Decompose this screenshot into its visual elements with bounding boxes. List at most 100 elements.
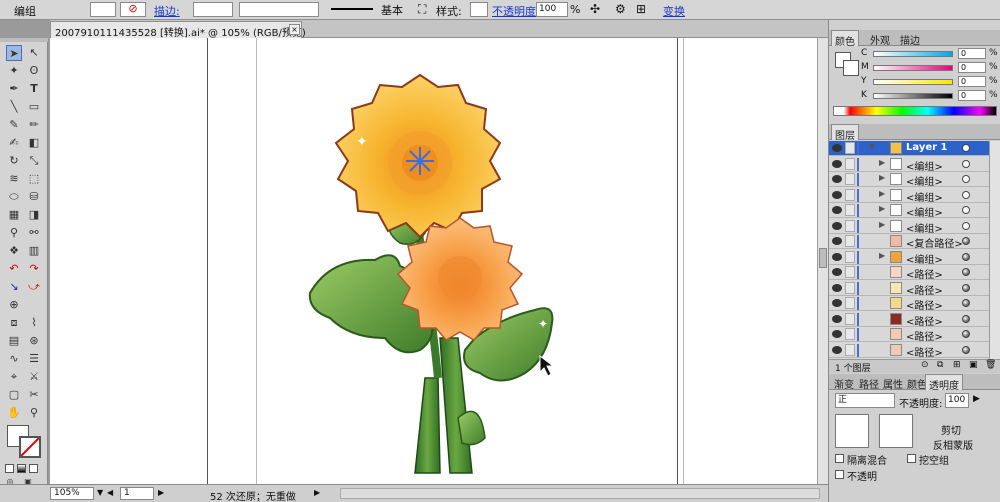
artboard-canvas[interactable]: ✦ ✦ — [50, 38, 817, 484]
target-circle-icon[interactable] — [962, 190, 970, 199]
target-circle-icon[interactable] — [962, 330, 970, 338]
measure-tool-icon[interactable]: ⌖ — [6, 369, 22, 385]
recolor-icon[interactable]: ✣ — [590, 2, 600, 16]
lock-toggle[interactable] — [845, 219, 855, 232]
layer-row-top-level[interactable]: ▼ Layer 1 — [829, 141, 989, 156]
lock-toggle[interactable] — [845, 328, 855, 340]
lasso-tool-icon[interactable]: ʘ — [26, 63, 42, 79]
perspective-grid-tool-icon[interactable]: ⊕ — [6, 297, 22, 313]
gradient-tool-icon[interactable]: ◨ — [26, 207, 42, 223]
stroke-color-swatch[interactable] — [19, 436, 41, 458]
visibility-eye-icon[interactable] — [832, 252, 842, 261]
opacity-dropdown-icon[interactable]: ▶ — [973, 394, 980, 404]
target-circle-icon[interactable] — [962, 206, 970, 214]
scissors-tool-icon[interactable]: ✂ — [26, 387, 42, 403]
lock-toggle[interactable] — [845, 281, 855, 294]
target-circle-icon[interactable] — [962, 237, 970, 245]
lock-toggle[interactable] — [845, 343, 855, 356]
layers-scrollbar[interactable] — [989, 141, 1000, 359]
visibility-eye-icon[interactable] — [832, 144, 842, 152]
layer-row[interactable]: <复合路径> — [829, 234, 989, 250]
target-circle-icon[interactable] — [962, 159, 970, 168]
tab-attributes[interactable]: 属性 — [880, 374, 906, 391]
free-transform-tool-icon[interactable]: ⬚ — [26, 171, 42, 187]
vertical-scroll-thumb[interactable] — [819, 248, 827, 268]
document-tab[interactable]: 20079101114355​28 [转换].ai* @ 105% (RGB/预… — [50, 21, 306, 39]
expand-triangle-icon[interactable]: ▶ — [879, 204, 885, 213]
direct-selection-tool-icon[interactable]: ↖ — [26, 45, 42, 61]
global-settings-icon[interactable]: ⚙ — [615, 2, 626, 16]
stroke-swatch[interactable]: ⊘ — [120, 2, 146, 17]
stroke-link[interactable]: 描边: — [154, 3, 180, 19]
expand-triangle-icon[interactable]: ▼ — [869, 142, 875, 151]
type-tool-icon[interactable]: T — [26, 81, 42, 97]
graphic-style-swatch[interactable] — [470, 2, 488, 17]
next-artboard-icon[interactable]: ▶ — [158, 488, 164, 497]
none-mode-icon[interactable] — [29, 464, 38, 473]
paintbrush-tool-icon[interactable]: ✎ — [6, 117, 22, 133]
hand-tool-icon[interactable]: ✋ — [6, 405, 22, 421]
close-icon[interactable]: × — [289, 24, 300, 35]
wave-tool-icon[interactable]: ∿ — [6, 351, 22, 367]
expand-triangle-icon[interactable]: ▶ — [879, 251, 885, 260]
artboard-field[interactable]: 1 — [120, 487, 154, 500]
fill-swatch[interactable] — [90, 2, 116, 17]
black-slider[interactable] — [873, 93, 953, 99]
lock-toggle[interactable] — [845, 173, 855, 185]
cyan-slider[interactable] — [873, 51, 953, 57]
lock-toggle[interactable] — [845, 157, 855, 170]
stroke-profile[interactable]: 基本 — [327, 2, 407, 17]
vertical-scrollbar[interactable] — [817, 38, 828, 484]
zoom-dropdown-icon[interactable]: ▼ — [97, 488, 103, 497]
artboard-tool-icon[interactable]: ⧈ — [6, 315, 22, 331]
list-tool-icon[interactable]: ☰ — [26, 351, 42, 367]
visibility-eye-icon[interactable] — [832, 283, 842, 292]
target-circle-icon[interactable] — [962, 252, 970, 261]
convert-anchor-tool-icon[interactable]: ⤻ — [26, 279, 42, 295]
blend-mode-select[interactable]: 正 — [835, 393, 895, 408]
selection-tool-icon[interactable]: ➤ — [6, 45, 22, 61]
magenta-slider[interactable] — [873, 65, 953, 71]
target-circle-icon[interactable] — [962, 345, 970, 354]
blend-tool-icon[interactable]: ⚯ — [26, 225, 42, 241]
variable-width-select[interactable] — [239, 2, 319, 17]
layer-row[interactable]: <路径> — [829, 343, 989, 359]
opacity-mask-checkbox[interactable] — [835, 470, 844, 479]
layer-row[interactable]: <路径> — [829, 265, 989, 281]
tab-appearance[interactable]: 外观 — [867, 30, 893, 47]
layer-row[interactable]: <路径> — [829, 327, 989, 343]
target-circle-icon[interactable] — [962, 144, 970, 152]
knockout-group-checkbox[interactable] — [907, 454, 916, 463]
target-circle-icon[interactable] — [962, 221, 970, 230]
width-tool-icon[interactable]: ↶ — [6, 261, 22, 277]
color-mode-icon[interactable] — [5, 464, 14, 473]
tab-pathfinder[interactable]: 路径 — [856, 374, 882, 391]
visibility-eye-icon[interactable] — [832, 175, 842, 183]
opacity-mask-thumbnail[interactable] — [879, 414, 913, 448]
lock-toggle[interactable] — [845, 235, 855, 247]
visibility-eye-icon[interactable] — [832, 190, 842, 199]
locate-object-icon[interactable]: ⊙ — [921, 360, 929, 370]
visibility-eye-icon[interactable] — [832, 237, 842, 245]
magic-wand-tool-icon[interactable]: ✦ — [6, 63, 22, 79]
layer-row[interactable]: ▶ <编组> — [829, 157, 989, 173]
visibility-eye-icon[interactable] — [832, 345, 842, 354]
stroke-weight-field[interactable] — [193, 2, 233, 17]
layer-row[interactable]: <路径> — [829, 281, 989, 297]
pencil-tool-icon[interactable]: ✏ — [26, 117, 42, 133]
zoom-field[interactable]: 105% — [50, 487, 94, 500]
target-circle-icon[interactable] — [962, 283, 970, 292]
tab-stroke[interactable]: 描边 — [897, 30, 923, 47]
target-circle-icon[interactable] — [962, 175, 970, 183]
visibility-eye-icon[interactable] — [832, 268, 842, 276]
layer-row[interactable]: ▶ <编组> — [829, 188, 989, 204]
tab-color[interactable]: 颜色 — [831, 30, 859, 48]
opacity-field[interactable]: 100 — [536, 2, 568, 17]
layer-row[interactable]: <路径> — [829, 296, 989, 312]
column-graph-tool-icon[interactable]: ▥ — [26, 243, 42, 259]
layer-row[interactable]: <路径> — [829, 312, 989, 328]
visibility-eye-icon[interactable] — [832, 330, 842, 338]
visibility-eye-icon[interactable] — [832, 221, 842, 230]
layer-row[interactable]: ▶ <编组> — [829, 172, 989, 188]
magenta-value[interactable]: 0 — [958, 62, 986, 73]
